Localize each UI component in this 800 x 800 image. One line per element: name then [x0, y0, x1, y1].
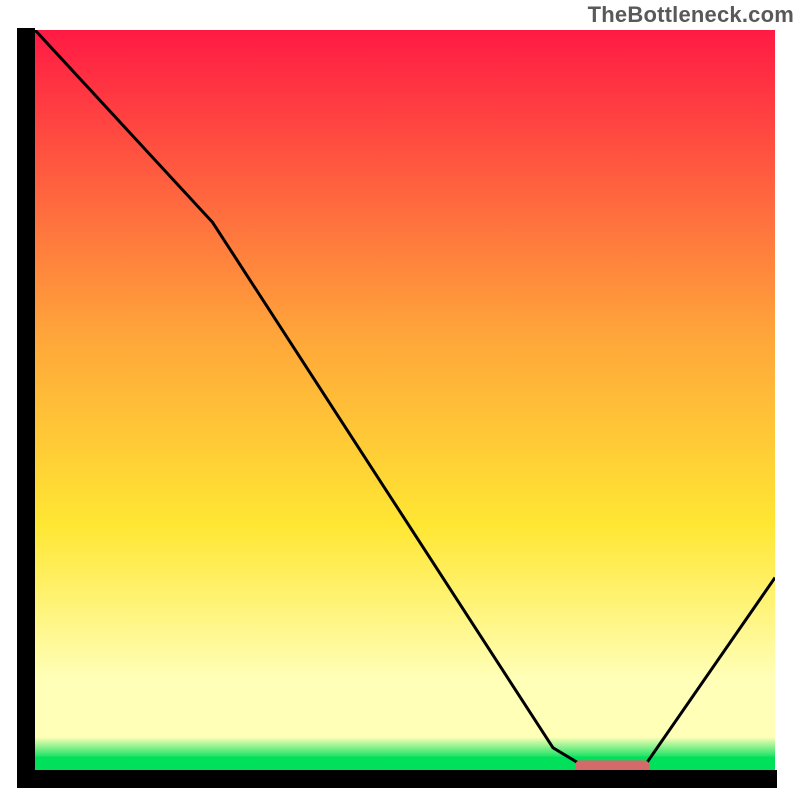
x-axis: [17, 770, 777, 788]
y-axis: [17, 28, 35, 788]
watermark-text: TheBottleneck.com: [588, 2, 794, 28]
gradient-background: [35, 30, 775, 759]
plot-area: [35, 30, 775, 775]
bottleneck-chart: [0, 0, 800, 800]
green-band: [35, 757, 775, 770]
chart-frame: { "watermark": "TheBottleneck.com", "col…: [0, 0, 800, 800]
